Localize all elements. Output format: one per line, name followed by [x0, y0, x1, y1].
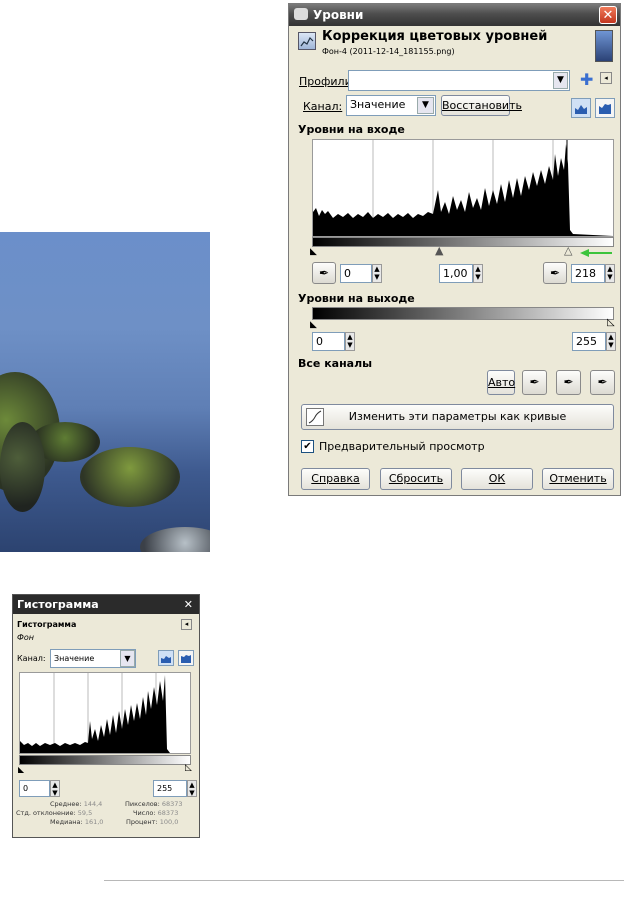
- profile-menu-icon[interactable]: ◂: [600, 72, 612, 84]
- black-picker-icon[interactable]: ✒: [522, 370, 547, 395]
- std-label: Стд. отклонение:: [16, 809, 76, 817]
- input-levels-title: Уровни на входе: [298, 123, 405, 136]
- pixels-label: Пикселов:: [125, 800, 160, 808]
- std-value: 59,5: [77, 809, 93, 817]
- stat-percent: Процент: 100,0: [126, 818, 178, 826]
- input-low-field[interactable]: 0: [340, 264, 372, 283]
- black-point-picker-icon[interactable]: ✒: [312, 262, 336, 284]
- median-label: Медиана:: [50, 818, 83, 826]
- output-levels-title: Уровни на выходе: [298, 292, 415, 305]
- chevron-down-icon[interactable]: ▼: [553, 72, 568, 89]
- input-low-spin[interactable]: ▲ ▼: [372, 264, 382, 283]
- close-icon[interactable]: ✕: [184, 595, 193, 614]
- range-low-field[interactable]: 0: [19, 780, 50, 797]
- green-arrow-icon: [580, 247, 614, 257]
- histogram-gradient-bar: [19, 755, 191, 765]
- linear-histogram-icon[interactable]: [158, 650, 174, 666]
- input-gamma-slider-handle[interactable]: ▲: [435, 244, 443, 257]
- mean-label: Среднее:: [50, 800, 82, 808]
- white-picker-icon[interactable]: ✒: [590, 370, 615, 395]
- dock-menu-icon[interactable]: ◂: [181, 619, 192, 630]
- pixels-value: 68373: [161, 800, 183, 808]
- median-value: 161,0: [84, 818, 104, 826]
- reset-channel-button[interactable]: Восстановить: [441, 95, 522, 116]
- range-high-field[interactable]: 255: [153, 780, 187, 797]
- curves-icon: [306, 408, 324, 426]
- title-bar[interactable]: Гистограмма ✕: [13, 595, 199, 614]
- rock: [80, 447, 180, 507]
- preview-label[interactable]: Предварительный просмотр: [319, 440, 485, 453]
- channel-label: Канал:: [303, 100, 343, 113]
- count-label: Число:: [133, 809, 156, 817]
- stat-mean: Среднее: 144,4: [50, 800, 102, 808]
- curves-button-label: Изменить эти параметры как кривые: [348, 410, 567, 423]
- profiles-combo[interactable]: [348, 70, 570, 91]
- add-profile-icon[interactable]: ✚: [580, 70, 593, 89]
- range-low-handle[interactable]: ◣: [18, 765, 24, 774]
- input-low-slider-handle[interactable]: ◣: [310, 247, 317, 257]
- channel-label: Канал:: [17, 654, 46, 663]
- input-histogram: [312, 139, 614, 237]
- output-gradient-bar: [312, 307, 614, 320]
- histogram-heading: Гистограмма: [17, 620, 77, 629]
- range-high-spin[interactable]: ▲ ▼: [187, 780, 197, 797]
- help-button[interactable]: Справка: [301, 468, 370, 490]
- input-gamma-spin[interactable]: ▲ ▼: [473, 264, 483, 283]
- layer-name: Фон: [17, 633, 35, 642]
- count-value: 68373: [157, 809, 179, 817]
- levels-dialog: Уровни ✕ Коррекция цветовых уровней Фон-…: [288, 3, 621, 496]
- divider-line: [104, 880, 624, 881]
- image-subtitle: Фон-4 (2011-12-14_181155.png): [322, 47, 455, 56]
- edit-as-curves-button[interactable]: Изменить эти параметры как кривые: [301, 404, 614, 430]
- preview-checkbox[interactable]: ✔: [301, 440, 314, 453]
- cancel-button[interactable]: Отменить: [542, 468, 614, 490]
- linear-histogram-icon[interactable]: [571, 98, 591, 118]
- stat-count: Число: 68373: [133, 809, 178, 817]
- percent-value: 100,0: [159, 818, 179, 826]
- output-low-slider-handle[interactable]: ◣: [310, 320, 317, 330]
- image-thumbnail: [595, 30, 613, 62]
- percent-label: Процент:: [126, 818, 158, 826]
- input-high-field[interactable]: 218: [571, 264, 605, 283]
- rock: [140, 527, 210, 552]
- close-icon[interactable]: ✕: [599, 6, 617, 24]
- range-high-handle[interactable]: ◺: [185, 763, 192, 773]
- rock: [0, 422, 45, 512]
- log-histogram-icon[interactable]: [595, 98, 615, 118]
- window-title: Уровни: [313, 8, 364, 22]
- histogram-graph: [19, 672, 191, 754]
- profiles-label: Профили:: [299, 75, 356, 88]
- histogram-dialog: Гистограмма ✕ Гистограмма ◂ Фон Канал: З…: [12, 594, 200, 838]
- chevron-down-icon[interactable]: ▼: [120, 650, 135, 667]
- ok-button[interactable]: ОК: [461, 468, 533, 490]
- reset-button[interactable]: Сбросить: [380, 468, 452, 490]
- chevron-down-icon[interactable]: ▼: [417, 97, 434, 114]
- output-low-field[interactable]: 0: [312, 332, 345, 351]
- gray-picker-icon[interactable]: ✒: [556, 370, 581, 395]
- levels-tool-icon: [298, 32, 316, 50]
- log-histogram-icon[interactable]: [178, 650, 194, 666]
- range-low-spin[interactable]: ▲ ▼: [50, 780, 60, 797]
- output-low-spin[interactable]: ▲ ▼: [345, 332, 355, 351]
- all-channels-title: Все каналы: [298, 357, 373, 370]
- stat-std: Стд. отклонение: 59,5: [16, 809, 92, 817]
- stat-pixels: Пикселов: 68373: [125, 800, 183, 808]
- mean-value: 144,4: [83, 800, 103, 808]
- dialog-heading: Коррекция цветовых уровней: [322, 29, 548, 44]
- stat-median: Медиана: 161,0: [50, 818, 103, 826]
- output-high-field[interactable]: 255: [572, 332, 606, 351]
- input-high-spin[interactable]: ▲ ▼: [605, 264, 615, 283]
- input-high-slider-handle[interactable]: △: [564, 244, 572, 257]
- gimp-icon: [294, 8, 308, 20]
- window-title: Гистограмма: [17, 598, 99, 611]
- white-point-picker-icon[interactable]: ✒: [543, 262, 567, 284]
- output-high-slider-handle[interactable]: ◺: [607, 317, 615, 328]
- input-gamma-field[interactable]: 1,00: [439, 264, 473, 283]
- output-high-spin[interactable]: ▲ ▼: [606, 332, 616, 351]
- auto-button[interactable]: Авто: [487, 370, 515, 395]
- title-bar[interactable]: Уровни ✕: [289, 4, 620, 26]
- image-preview: [0, 232, 210, 552]
